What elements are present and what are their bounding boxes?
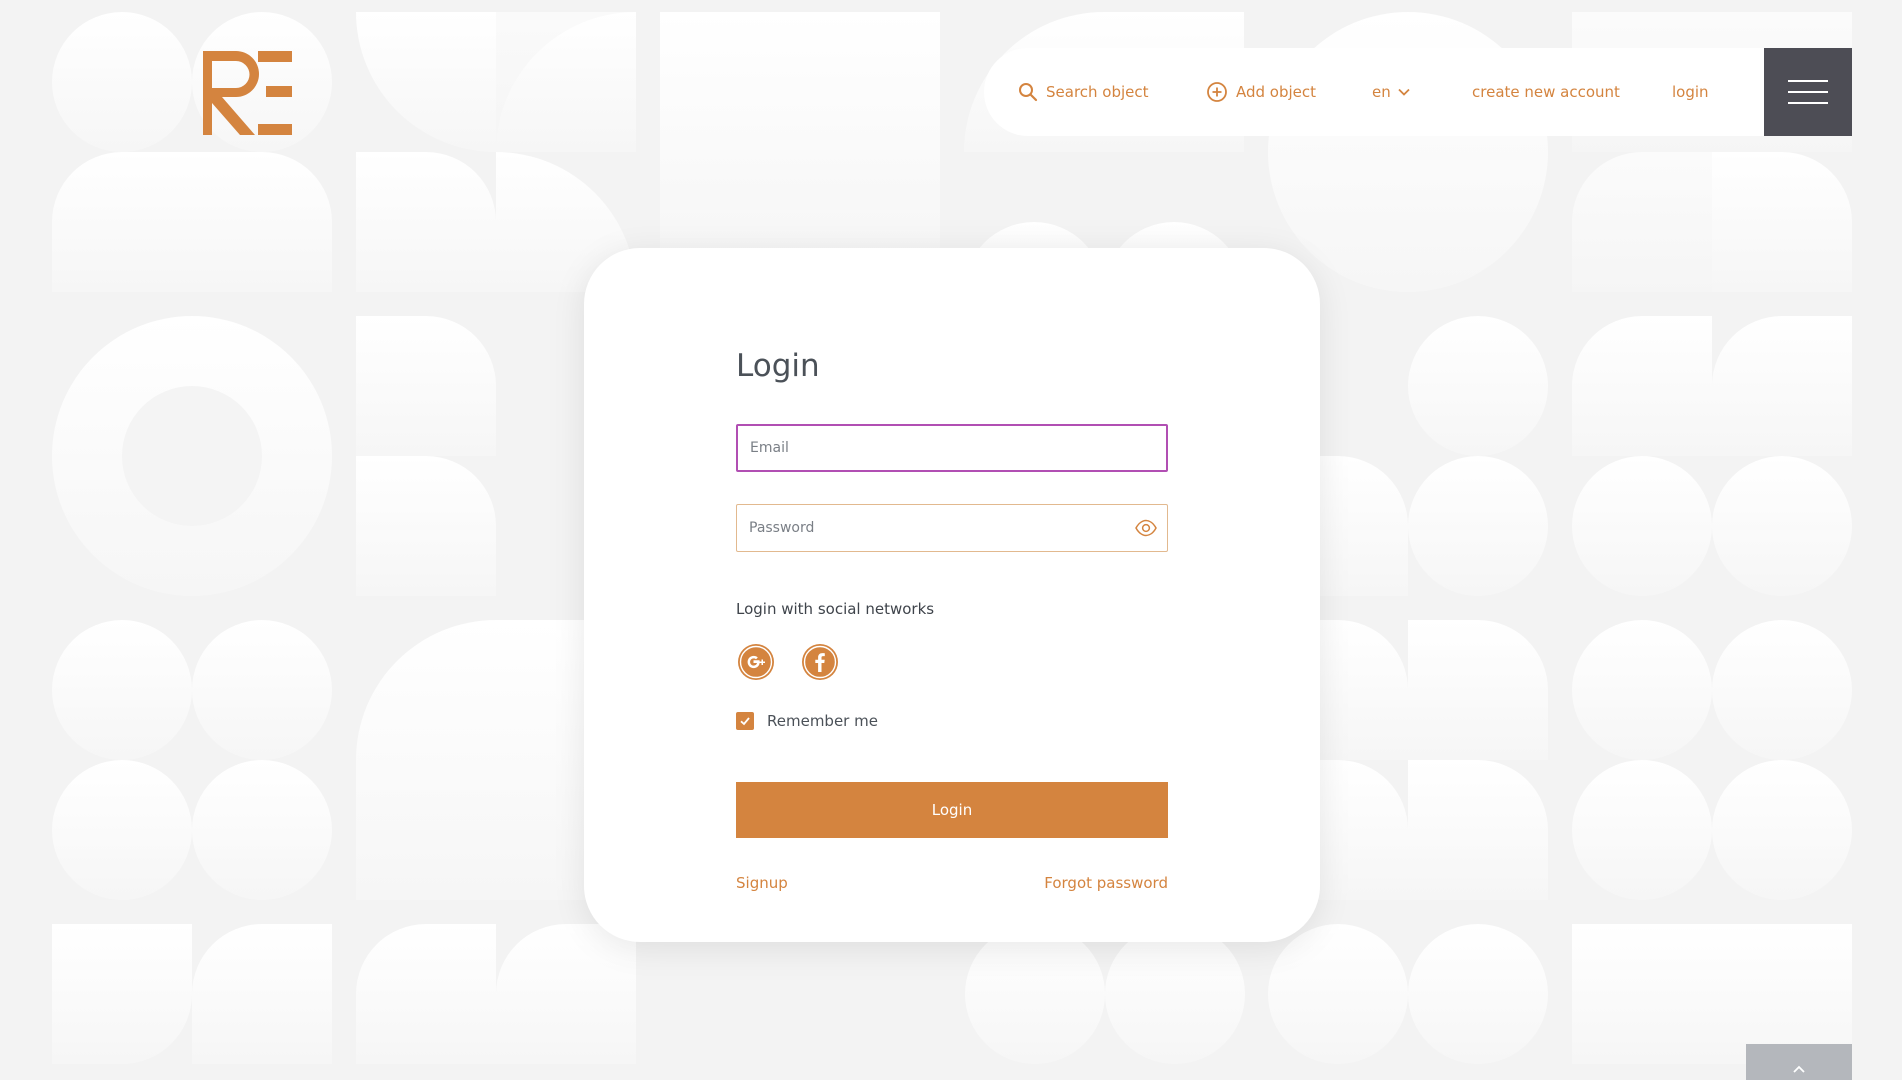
header-login-label: login — [1672, 83, 1709, 101]
scroll-to-top-button[interactable] — [1746, 1044, 1852, 1080]
search-object-label: Search object — [1046, 83, 1149, 101]
signup-link[interactable]: Signup — [736, 874, 788, 892]
top-navigation-bar: Search object Add object en create new a… — [984, 48, 1764, 136]
create-account-label: create new account — [1472, 83, 1620, 101]
remember-me-label: Remember me — [767, 712, 878, 730]
search-object-link[interactable]: Search object — [1018, 48, 1149, 136]
language-label: en — [1372, 83, 1391, 101]
chevron-down-icon — [1398, 88, 1410, 96]
hamburger-menu-button[interactable] — [1764, 48, 1852, 136]
add-object-label: Add object — [1236, 83, 1317, 101]
add-object-link[interactable]: Add object — [1206, 48, 1316, 136]
header-login-link[interactable]: login — [1672, 48, 1709, 136]
brand-logo[interactable] — [200, 48, 295, 138]
login-card: Login Login with social networks Remembe — [584, 248, 1320, 942]
email-field[interactable] — [738, 426, 1166, 470]
eye-icon[interactable] — [1135, 519, 1157, 537]
login-title: Login — [736, 348, 820, 384]
checkbox-checked-icon — [736, 712, 754, 730]
login-submit-button[interactable]: Login — [736, 782, 1168, 838]
remember-me-checkbox[interactable]: Remember me — [736, 712, 878, 730]
email-field-wrapper — [736, 424, 1168, 472]
chevron-up-icon — [1793, 1065, 1805, 1073]
social-login-label: Login with social networks — [736, 600, 935, 618]
create-account-link[interactable]: create new account — [1472, 48, 1620, 136]
password-field-wrapper — [736, 504, 1168, 552]
language-selector[interactable]: en — [1372, 48, 1411, 136]
google-plus-icon — [739, 645, 773, 679]
forgot-password-link[interactable]: Forgot password — [1044, 874, 1168, 892]
password-field[interactable] — [737, 505, 1167, 551]
google-login-button[interactable] — [738, 644, 774, 680]
facebook-login-button[interactable] — [802, 644, 838, 680]
plus-circle-icon — [1207, 82, 1227, 102]
facebook-icon — [803, 645, 837, 679]
search-icon — [1019, 83, 1038, 102]
